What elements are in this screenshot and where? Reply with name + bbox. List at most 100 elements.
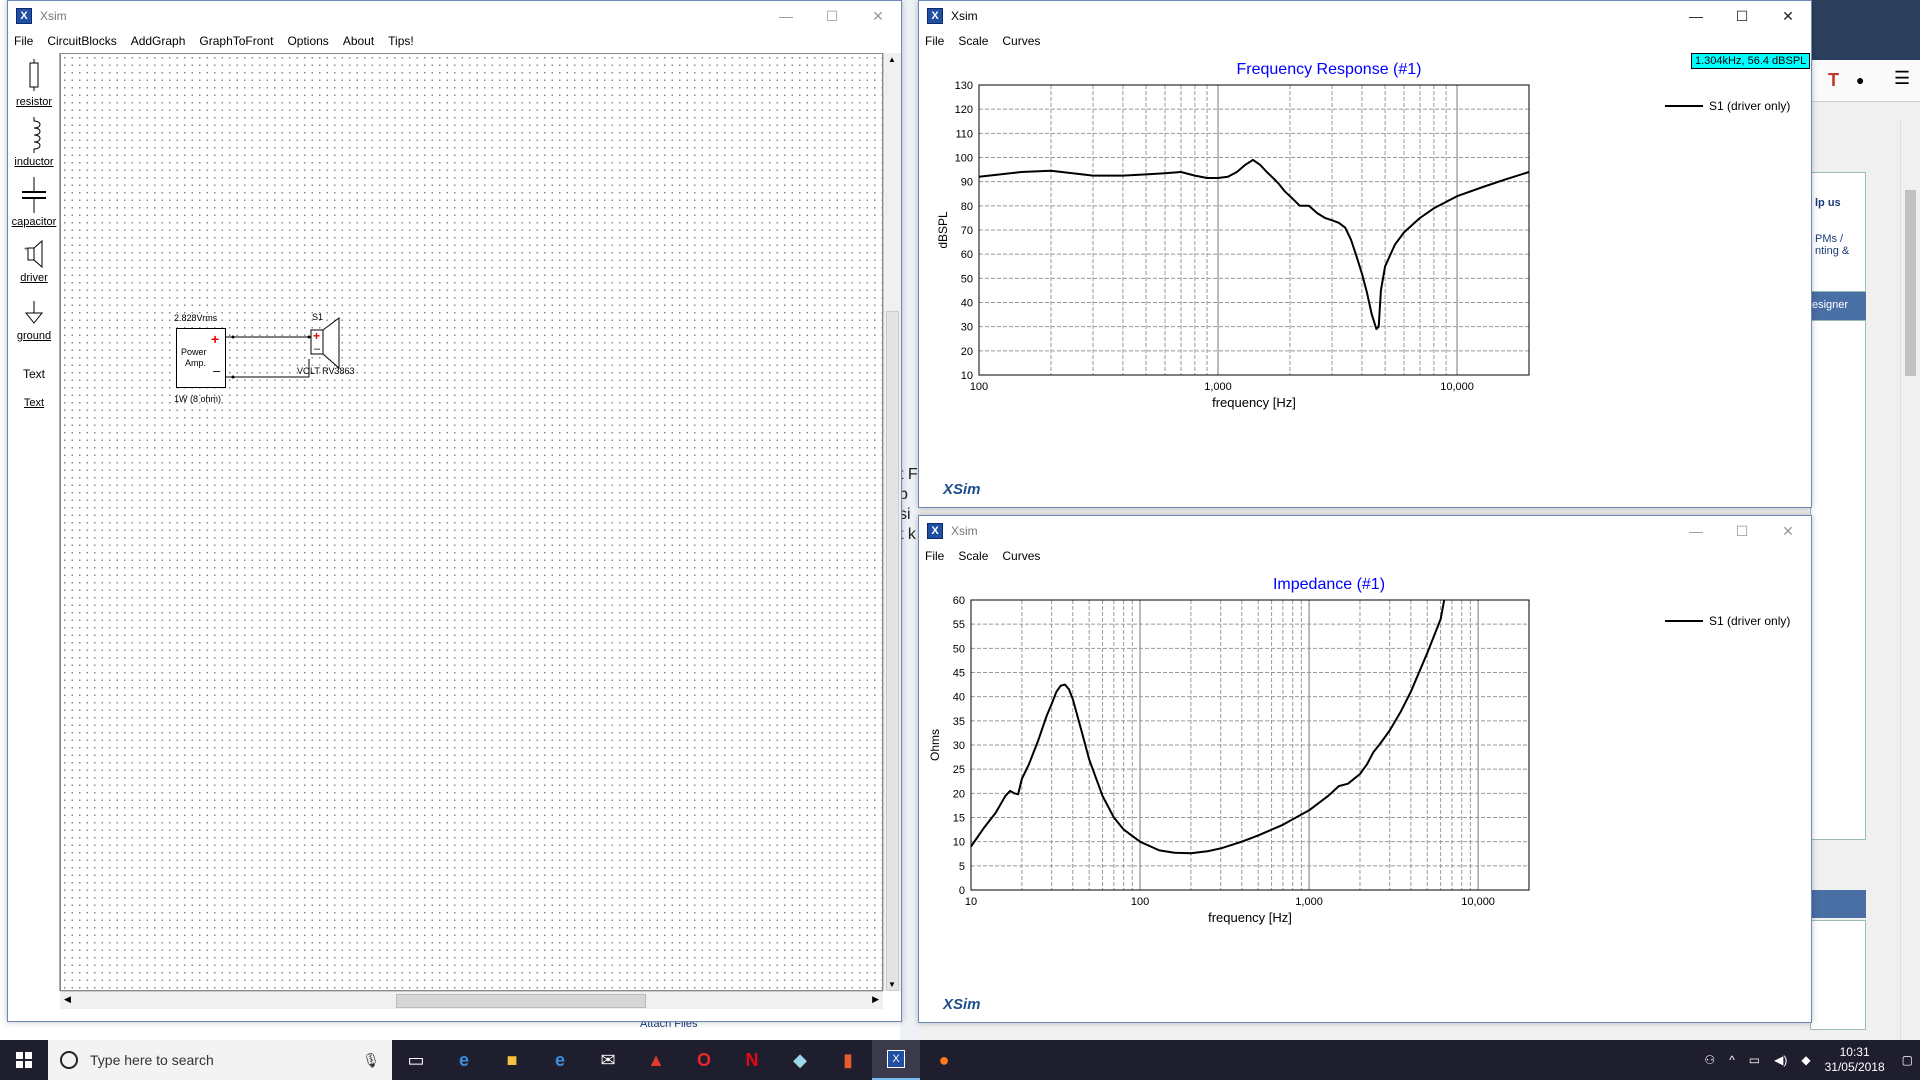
task-view-icon[interactable]: ▭ xyxy=(392,1040,440,1080)
palette-label: driver xyxy=(20,272,48,284)
close-button[interactable]: ✕ xyxy=(1765,516,1811,546)
clock[interactable]: 10:31 31/05/2018 xyxy=(1825,1045,1885,1075)
canvas-horizontal-scrollbar[interactable]: ◀ ▶ xyxy=(60,991,883,1009)
y-tick-label: 45 xyxy=(953,668,965,680)
menu-tips[interactable]: Tips! xyxy=(388,34,414,48)
impedance-chart[interactable]: 05101520253035404550556010 100 1,000 10,000… xyxy=(919,568,1811,1022)
search-placeholder: Type here to search xyxy=(90,1052,214,1068)
file-explorer-icon[interactable]: ■ xyxy=(488,1040,536,1080)
y-tick-label: 60 xyxy=(953,595,965,607)
menu-file[interactable]: File xyxy=(925,34,944,48)
maximize-button[interactable]: ☐ xyxy=(1719,516,1765,546)
impedance-window: X Xsim — ☐ ✕ File Scale Curves Impedance… xyxy=(918,515,1812,1023)
close-button[interactable]: ✕ xyxy=(1765,1,1811,31)
firefox-icon[interactable]: ● xyxy=(920,1040,968,1080)
background-panel: lp us PMs / nting & xyxy=(1810,172,1866,292)
x-tick-label: 100 xyxy=(1131,896,1149,908)
scroll-down-arrow-icon[interactable]: ▼ xyxy=(888,980,896,989)
driver-icon: + xyxy=(24,239,43,269)
palette-resistor[interactable]: resistor xyxy=(8,59,60,108)
window-title: Xsim xyxy=(951,524,978,538)
scroll-right-arrow-icon[interactable]: ▶ xyxy=(872,994,879,1005)
xsim-app-icon: X xyxy=(927,523,943,539)
palette-label: ground xyxy=(16,330,52,342)
menu-circuitblocks[interactable]: CircuitBlocks xyxy=(47,34,116,48)
menu-addgraph[interactable]: AddGraph xyxy=(131,34,186,48)
y-tick-label: 90 xyxy=(961,177,973,189)
canvas-vertical-scrollbar[interactable]: ▲ ▼ xyxy=(883,53,901,991)
menu-about[interactable]: About xyxy=(343,34,374,48)
scroll-left-arrow-icon[interactable]: ◀ xyxy=(64,994,71,1005)
maximize-button[interactable]: ☐ xyxy=(1719,1,1765,31)
y-tick-label: 120 xyxy=(955,104,973,116)
speaker-driver-icon[interactable]: + – xyxy=(307,316,347,372)
maximize-button[interactable]: ☐ xyxy=(809,1,855,31)
netflix-icon[interactable]: N xyxy=(728,1040,776,1080)
menu-curves[interactable]: Curves xyxy=(1002,34,1040,48)
palette-driver[interactable]: + driver xyxy=(8,239,60,284)
y-tick-label: 50 xyxy=(953,643,965,655)
title-bar[interactable]: X Xsim — ☐ ✕ xyxy=(919,516,1811,546)
y-tick-label: 70 xyxy=(961,225,973,237)
mail-icon[interactable]: ✉ xyxy=(584,1040,632,1080)
xsim-logo: XSim xyxy=(943,481,981,498)
menu-file[interactable]: File xyxy=(925,549,944,563)
internet-explorer-icon[interactable]: e xyxy=(536,1040,584,1080)
network-icon[interactable]: ▭ xyxy=(1749,1053,1760,1067)
palette-text[interactable]: Text xyxy=(8,397,60,409)
edge-icon[interactable]: e xyxy=(440,1040,488,1080)
xsim-app-icon: X xyxy=(16,8,32,24)
menu-graphtofront[interactable]: GraphToFront xyxy=(199,34,273,48)
menu-scale[interactable]: Scale xyxy=(958,549,988,563)
scrollbar-thumb[interactable] xyxy=(886,311,899,991)
circuit-canvas[interactable]: 2.828Vrms Power Amp. + – 1W (8 ohm) S1 +… xyxy=(60,53,883,991)
people-icon[interactable]: ⚇ xyxy=(1704,1053,1715,1067)
ground-icon xyxy=(24,301,44,324)
menu-icon[interactable]: ☰ xyxy=(1894,68,1910,89)
title-bar[interactable]: X Xsim — ☐ ✕ xyxy=(919,1,1811,31)
page-scrollbar-thumb[interactable] xyxy=(1905,190,1916,376)
palette-text[interactable]: Text xyxy=(8,367,60,381)
acrobat-icon[interactable]: ▲ xyxy=(632,1040,680,1080)
opera-icon[interactable]: O xyxy=(680,1040,728,1080)
minimize-button[interactable]: — xyxy=(1673,1,1719,31)
start-button[interactable] xyxy=(0,1040,48,1080)
close-button[interactable]: ✕ xyxy=(855,1,901,31)
scroll-up-arrow-icon[interactable]: ▲ xyxy=(888,55,896,64)
resistor-icon xyxy=(29,59,39,91)
notes-icon[interactable]: ◆ xyxy=(776,1040,824,1080)
graph-area: Impedance (#1) 0 5 10 15 20 25 30 35 40 45 50 55 60 1… xyxy=(919,568,1811,1022)
xsim-taskbar-icon[interactable]: X xyxy=(872,1040,920,1080)
menu-options[interactable]: Options xyxy=(287,34,328,48)
palette-inductor[interactable]: inductor xyxy=(8,117,60,168)
scrollbar-thumb[interactable] xyxy=(396,994,646,1008)
svg-text:+: + xyxy=(24,246,28,253)
y-tick-label: 110 xyxy=(955,128,973,140)
menu-curves[interactable]: Curves xyxy=(1002,549,1040,563)
dropbox-icon[interactable]: ◆ xyxy=(1801,1053,1810,1067)
palette-label: resistor xyxy=(15,96,53,108)
title-bar[interactable]: X Xsim — ☐ ✕ xyxy=(8,1,901,31)
menu-bar: File Scale Curves xyxy=(919,31,1811,51)
palette-ground[interactable]: ground xyxy=(8,301,60,342)
menu-scale[interactable]: Scale xyxy=(958,34,988,48)
svg-text:–: – xyxy=(314,343,321,355)
chart-app-icon[interactable]: ▮ xyxy=(824,1040,872,1080)
extension-icon[interactable]: ● xyxy=(1856,72,1864,88)
frequency-response-chart[interactable]: 102030405060708090100110120130100 1,000 10… xyxy=(919,53,1811,507)
capacitor-icon xyxy=(22,177,46,213)
tools-icon[interactable]: T xyxy=(1828,70,1839,91)
speaker-model-label: VOLT RV3863 xyxy=(297,366,355,376)
chevron-up-icon[interactable]: ^ xyxy=(1729,1053,1735,1067)
minimize-button[interactable]: — xyxy=(1673,516,1719,546)
microphone-icon[interactable]: 🎙 xyxy=(362,1052,380,1069)
menu-file[interactable]: File xyxy=(14,34,33,48)
notification-icon[interactable]: ▢ xyxy=(1902,1053,1913,1067)
y-tick-label: 40 xyxy=(953,692,965,704)
volume-icon[interactable]: ◀) xyxy=(1774,1053,1787,1067)
y-tick-label: 130 xyxy=(955,80,973,92)
palette-capacitor[interactable]: capacitor xyxy=(8,177,60,228)
minimize-button[interactable]: — xyxy=(763,1,809,31)
taskbar-search[interactable]: Type here to search 🎙 xyxy=(48,1040,392,1080)
system-tray: ⚇ ^ ▭ ◀) ◆ 10:31 31/05/2018 ▢ xyxy=(1697,1040,1920,1080)
